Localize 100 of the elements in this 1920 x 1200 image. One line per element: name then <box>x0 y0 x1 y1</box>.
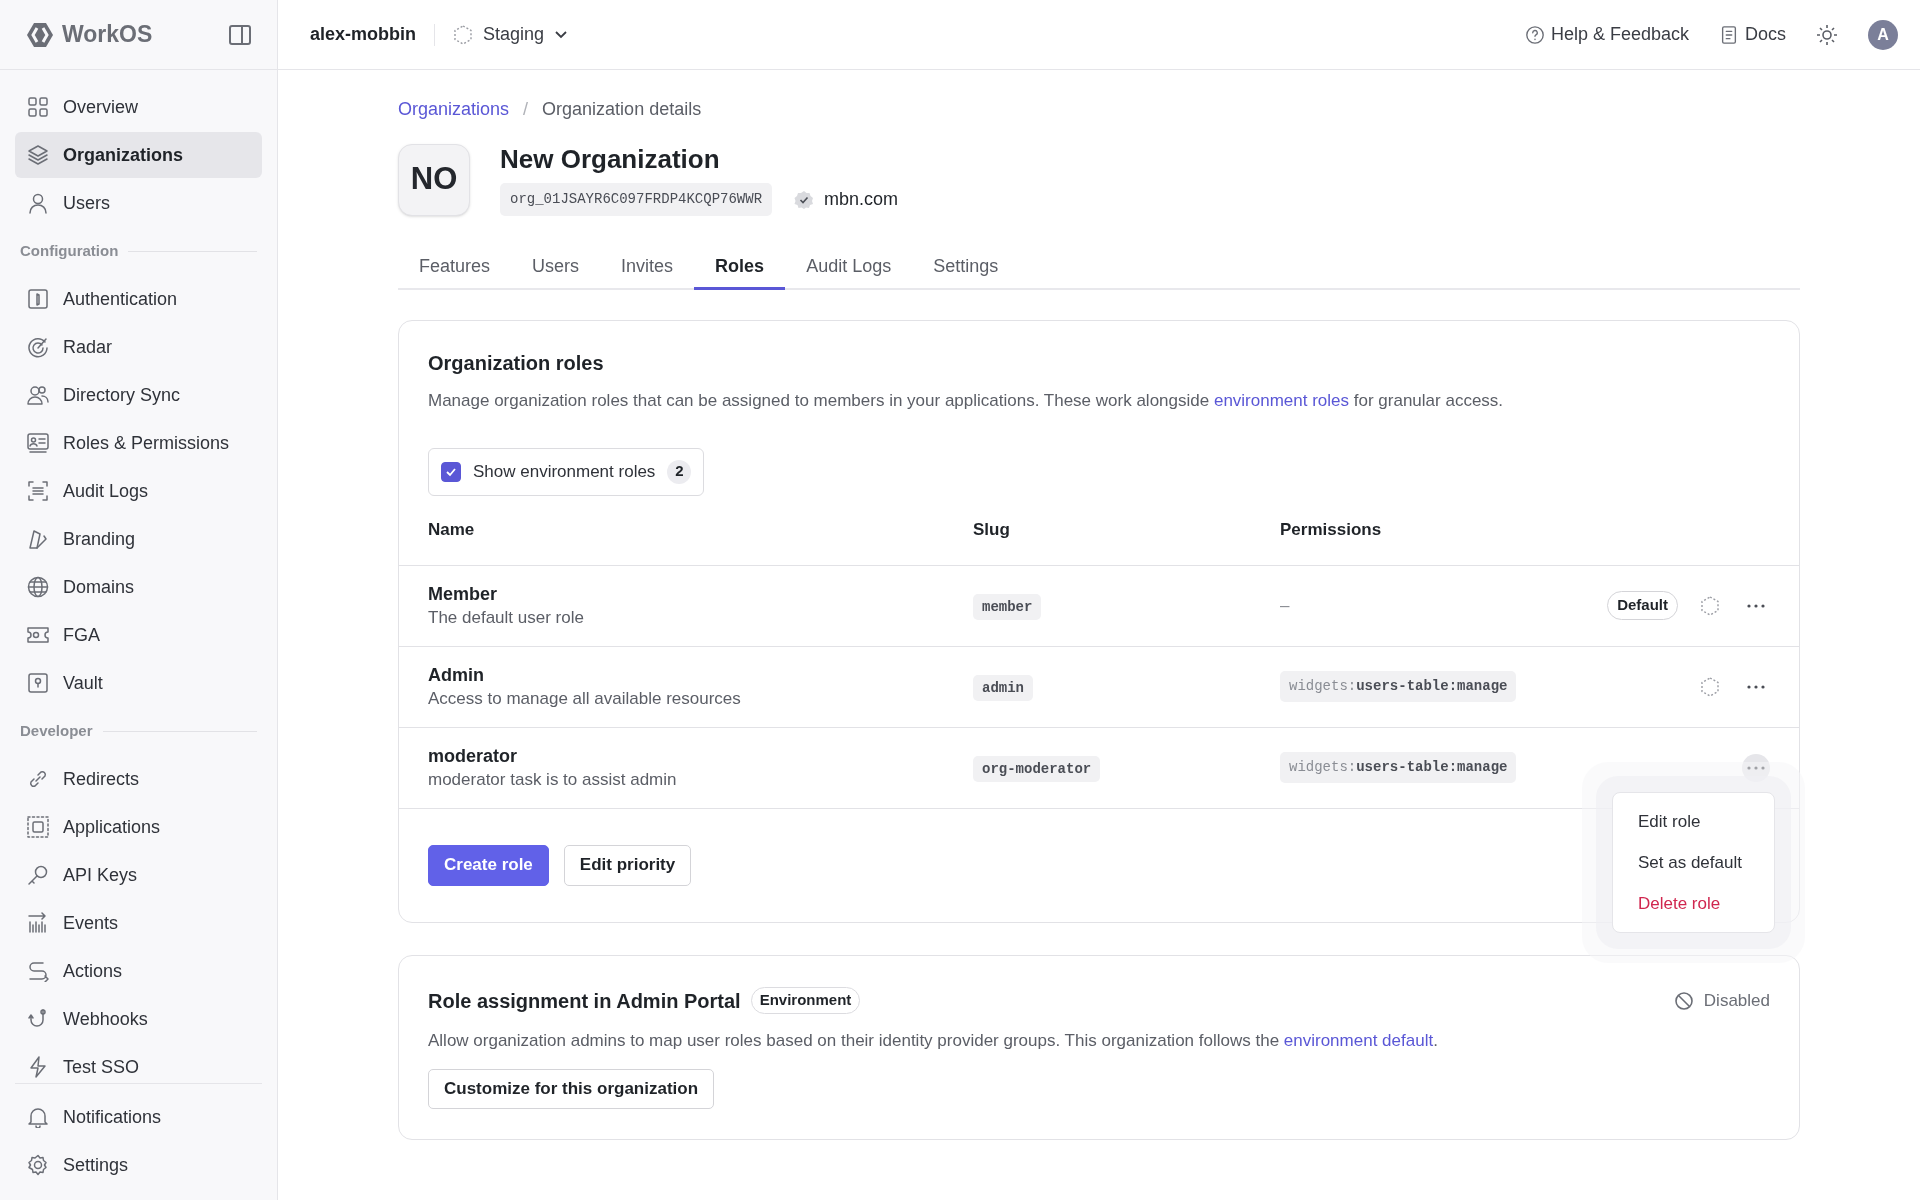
scan-icon <box>27 480 49 502</box>
menu-item[interactable]: Delete role <box>1613 883 1774 924</box>
header-link[interactable]: Docs <box>1719 21 1786 48</box>
slug-code: org-moderator <box>973 755 1101 782</box>
hook-icon <box>27 1008 49 1030</box>
sidebar-item[interactable]: Redirects <box>15 756 262 802</box>
globe-icon <box>27 576 49 598</box>
organization-domain: mbn.com <box>824 188 899 211</box>
settings-icon <box>27 1154 49 1176</box>
status-text: Disabled <box>1703 989 1770 1012</box>
checkbox[interactable] <box>441 461 461 482</box>
menu-item[interactable]: Set as default <box>1613 842 1774 883</box>
layers-icon <box>27 144 49 166</box>
sidebar-item[interactable]: Radar <box>15 324 262 370</box>
sidebar-item[interactable]: Vault <box>15 660 262 706</box>
tab[interactable]: Audit Logs <box>785 246 913 290</box>
sidebar-item[interactable]: FGA <box>15 612 262 658</box>
organization-id: org_01JSAYR6C097FRDP4KCQP76WWR <box>500 183 773 216</box>
environment-roles-link[interactable]: environment roles <box>1213 391 1350 410</box>
sidebar-item[interactable]: Settings <box>15 1142 262 1188</box>
users-icon <box>27 384 49 406</box>
sidebar-item[interactable]: Applications <box>15 804 262 850</box>
tab[interactable]: Invites <box>600 246 695 290</box>
breadcrumb-current: Organization details <box>542 98 702 121</box>
events-icon <box>27 912 49 934</box>
brush-icon <box>27 528 49 550</box>
card-description: Allow organization admins to map user roles based on their identity provider groups. This organization follows the environment default. <box>428 1029 1439 1052</box>
document-icon <box>1719 24 1739 45</box>
section-heading: Developer <box>20 720 93 741</box>
sidebar-item[interactable]: Overview <box>15 84 262 130</box>
cube-icon <box>453 24 473 45</box>
sidebar-toggle-icon[interactable] <box>229 24 251 45</box>
theme-sun-icon[interactable] <box>1816 23 1838 46</box>
sidebar-item[interactable]: Authentication <box>15 276 262 322</box>
tab[interactable]: Users <box>511 246 601 290</box>
breadcrumb-separator: / <box>523 98 529 121</box>
key-icon <box>27 864 49 886</box>
user-avatar[interactable]: A <box>1868 19 1898 50</box>
environment-default-link[interactable]: environment default <box>1283 1030 1434 1050</box>
role-description: Access to manage all available resources <box>428 687 742 710</box>
chevron-down-icon <box>554 29 569 40</box>
role-name: moderator <box>428 744 518 768</box>
sidebar-item[interactable]: Users <box>15 180 262 226</box>
slug-code: member <box>973 593 1042 620</box>
breadcrumb-link[interactable]: Organizations <box>398 96 510 123</box>
user-icon <box>27 192 49 214</box>
organization-name: New Organization <box>500 143 721 175</box>
role-description: The default user role <box>428 606 585 629</box>
slug-code: admin <box>973 674 1033 701</box>
role-description: moderator task is to assist admin <box>428 768 678 791</box>
header-link[interactable]: Help & Feedback <box>1524 21 1689 48</box>
workspace-name[interactable]: alex-mobbin <box>310 21 416 48</box>
sidebar-item[interactable]: Actions <box>15 948 262 994</box>
disabled-icon <box>1673 990 1694 1011</box>
safe-icon <box>27 672 49 694</box>
environment-selector[interactable]: Staging <box>453 21 569 48</box>
show-environment-roles-toggle[interactable]: Show environment roles 2 <box>428 447 705 496</box>
sidebar-item[interactable]: Audit Logs <box>15 468 262 514</box>
id-card-icon <box>27 432 49 454</box>
organization-avatar: NO <box>398 143 470 216</box>
tab[interactable]: Settings <box>912 246 1020 290</box>
column-header: Name <box>428 519 476 542</box>
app-icon <box>27 816 49 838</box>
customize-button[interactable]: Customize for this organization <box>428 1069 715 1109</box>
ellipsis-icon <box>1747 684 1765 689</box>
edit-priority-button[interactable]: Edit priority <box>563 844 692 886</box>
card-title: Organization roles <box>428 351 605 376</box>
sidebar-item[interactable]: Branding <box>15 516 262 562</box>
ellipsis-icon <box>1747 765 1765 770</box>
sidebar-item[interactable]: Domains <box>15 564 262 610</box>
column-header: Slug <box>973 519 1011 542</box>
grid-icon <box>27 96 49 118</box>
bell-icon <box>27 1106 49 1128</box>
sidebar-item[interactable]: Events <box>15 900 262 946</box>
role-name: Member <box>428 582 499 606</box>
link-icon <box>27 768 49 790</box>
radar-icon <box>27 336 49 358</box>
column-header: Permissions <box>1280 519 1383 542</box>
logo-icon <box>26 21 54 48</box>
door-icon <box>27 288 49 310</box>
sidebar-item[interactable]: Organizations <box>15 132 262 178</box>
sidebar-item[interactable]: Test SSO <box>15 1044 262 1083</box>
sidebar-item[interactable]: Notifications <box>15 1094 262 1140</box>
permission-code: widgets:users-table:manage <box>1280 752 1517 783</box>
sidebar-item[interactable]: Directory Sync <box>15 372 262 418</box>
role-name: Admin <box>428 663 485 687</box>
sidebar-item[interactable]: Roles & Permissions <box>15 420 262 466</box>
card-title: Role assignment in Admin Portal <box>428 988 741 1014</box>
count-badge: 2 <box>667 459 692 484</box>
sidebar-item[interactable]: API Keys <box>15 852 262 898</box>
section-heading: Configuration <box>20 240 119 261</box>
menu-item[interactable]: Edit role <box>1613 801 1774 842</box>
tab[interactable]: Features <box>398 246 512 290</box>
sidebar-item[interactable]: Webhooks <box>15 996 262 1042</box>
verified-badge-icon <box>794 189 815 210</box>
create-role-button[interactable]: Create role <box>428 844 549 886</box>
bolt-icon <box>27 1056 49 1078</box>
tab[interactable]: Roles <box>694 246 786 290</box>
ellipsis-icon <box>1747 603 1765 608</box>
empty-value: – <box>1280 595 1290 615</box>
